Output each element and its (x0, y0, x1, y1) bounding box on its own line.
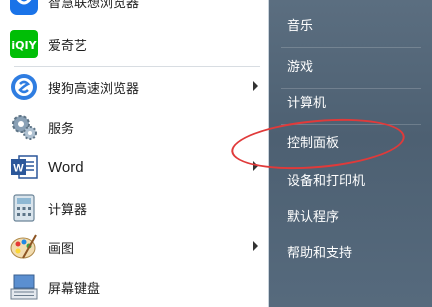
program-item-services[interactable]: 服务 (8, 108, 262, 146)
start-menu-programs-pane: 智慧联想浏览器 iQIY 爱奇艺 搜狗高速浏览器 服务 W Word 计算器 画… (0, 0, 269, 307)
places-item-help-and-support[interactable]: 帮助和支持 (287, 243, 352, 265)
program-item-iqiyi[interactable]: iQIY 爱奇艺 (8, 25, 262, 63)
paint-icon (8, 231, 40, 263)
program-item-calculator[interactable]: 计算器 (8, 189, 262, 227)
places-item-games[interactable]: 游戏 (287, 57, 313, 79)
submenu-arrow-icon (253, 81, 258, 91)
program-label: 爱奇艺 (48, 38, 88, 54)
iqiyi-icon: iQIY (8, 28, 40, 60)
program-item-sogou-browser[interactable]: 搜狗高速浏览器 (8, 68, 262, 106)
submenu-arrow-icon (253, 241, 258, 251)
services-gear-icon (8, 111, 40, 143)
program-item-on-screen-keyboard[interactable]: 屏幕键盘 (8, 268, 262, 306)
places-item-devices-and-printers[interactable]: 设备和打印机 (287, 171, 365, 193)
program-item-paint[interactable]: 画图 (8, 228, 262, 266)
program-label: 服务 (48, 121, 75, 137)
program-item-word[interactable]: W Word (8, 148, 262, 186)
places-item-computer[interactable]: 计算机 (287, 93, 326, 115)
menu-separator (281, 47, 421, 48)
program-label: 搜狗高速浏览器 (48, 81, 140, 97)
program-label: 屏幕键盘 (48, 281, 101, 297)
menu-separator (14, 66, 260, 67)
places-item-music[interactable]: 音乐 (287, 16, 313, 38)
places-item-default-programs[interactable]: 默认程序 (287, 207, 339, 229)
program-item-lenovo-browser[interactable]: 智慧联想浏览器 (8, 0, 262, 20)
svg-text:W: W (13, 163, 24, 175)
word-icon: W (8, 151, 40, 183)
calculator-icon (8, 192, 40, 224)
program-label: Word (48, 158, 84, 176)
program-label: 智慧联想浏览器 (48, 0, 140, 11)
lenovo-browser-icon (8, 0, 40, 17)
sogou-browser-icon (8, 71, 40, 103)
on-screen-keyboard-icon (8, 271, 40, 303)
svg-text:iQIY: iQIY (11, 39, 37, 52)
menu-separator (281, 88, 421, 89)
program-label: 计算器 (48, 202, 88, 218)
program-label: 画图 (48, 241, 75, 257)
